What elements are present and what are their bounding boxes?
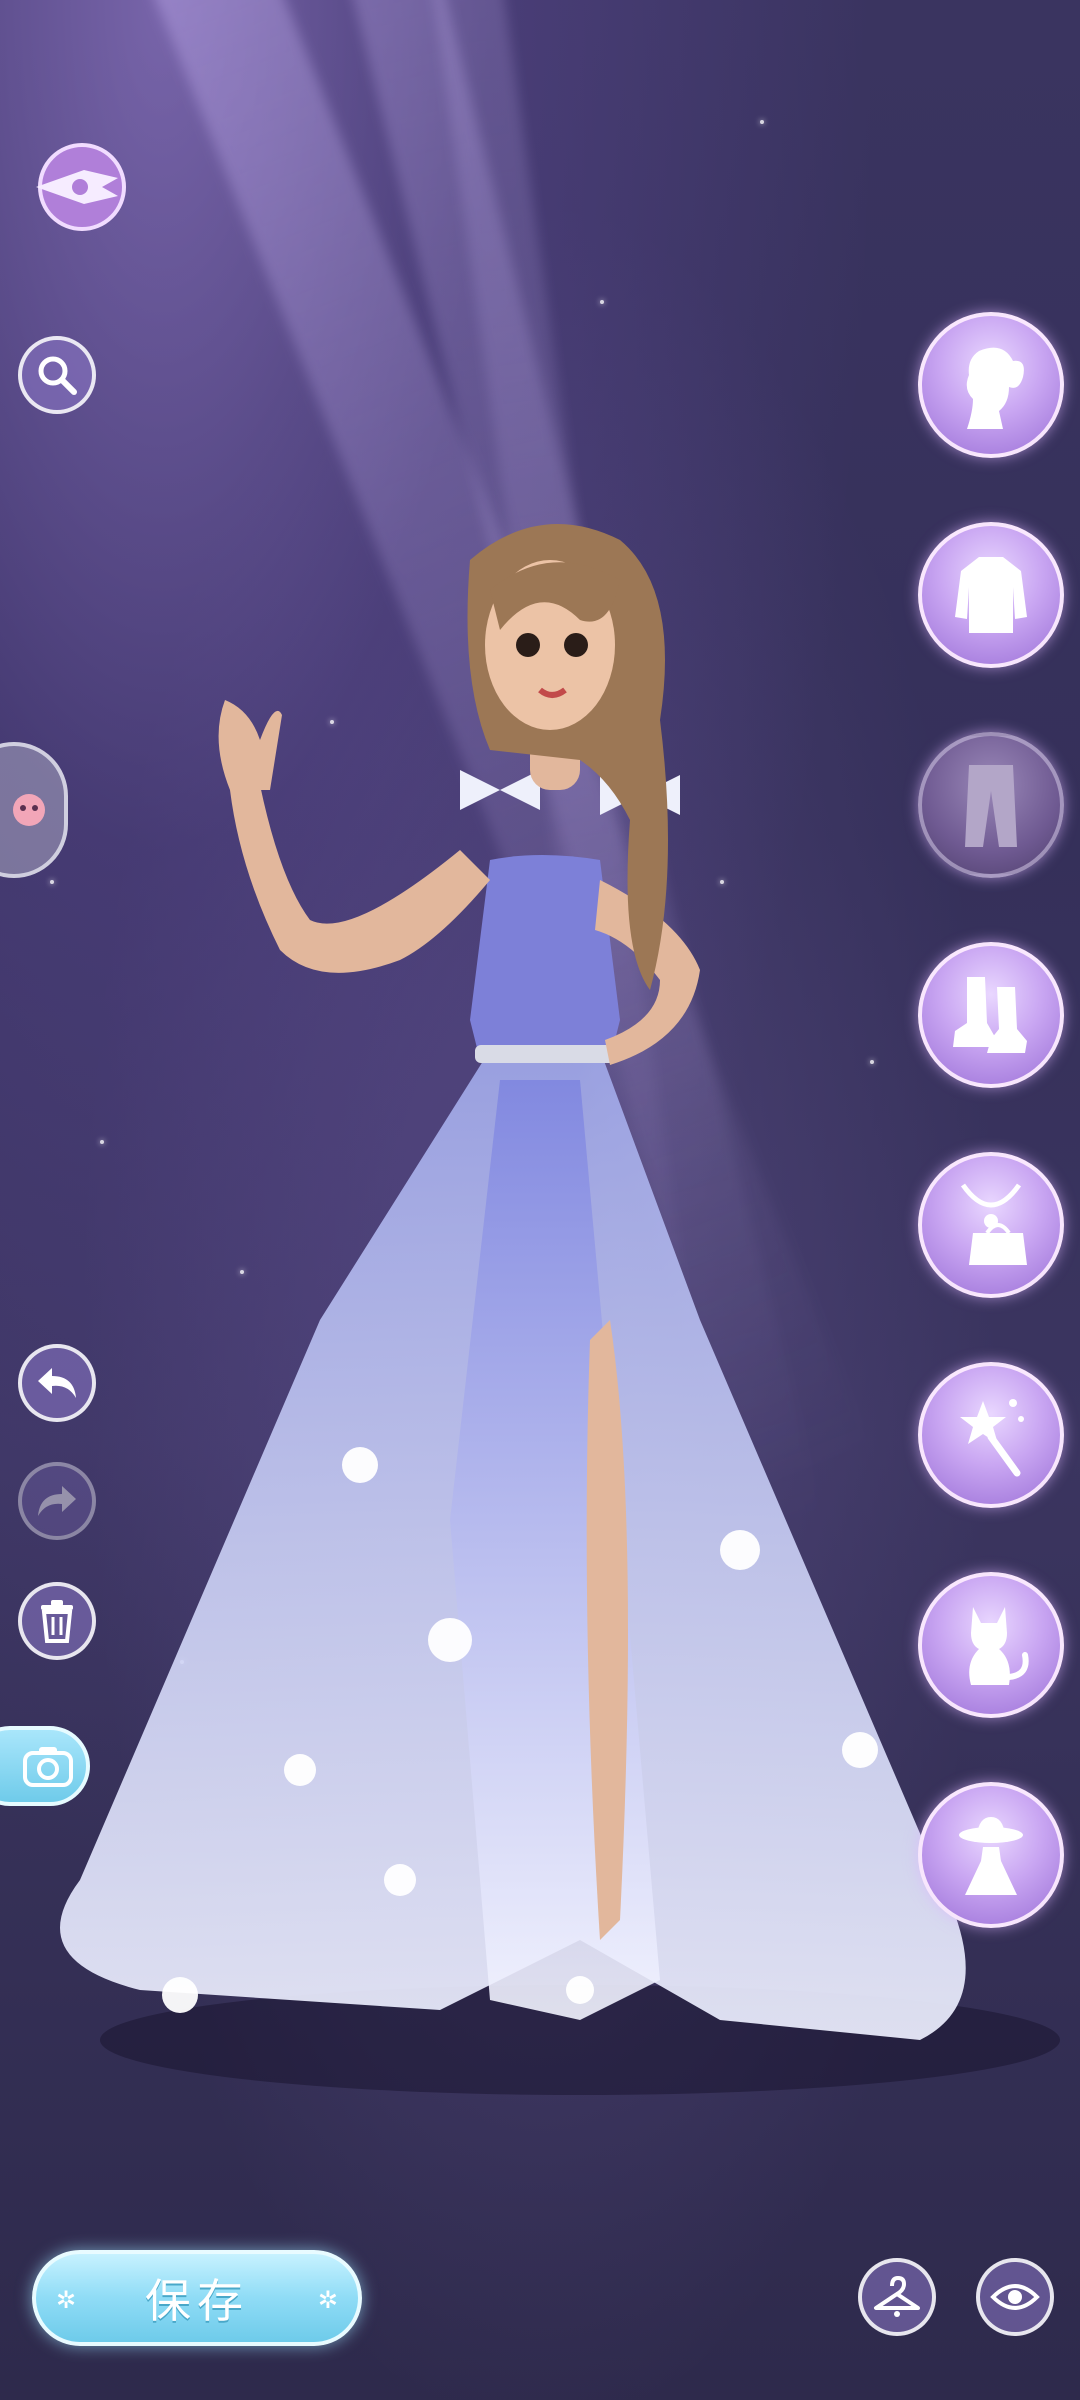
undo-icon — [38, 1368, 76, 1398]
necklace-bag-icon — [960, 1183, 1027, 1265]
category-hair[interactable] — [918, 312, 1064, 458]
search-icon — [38, 356, 77, 395]
sparkle-right-icon: ✲ — [317, 2286, 338, 2314]
category-handheld[interactable] — [918, 1362, 1064, 1508]
category-bottom[interactable] — [918, 732, 1064, 878]
preview-button[interactable] — [976, 2258, 1054, 2336]
hat-dress-icon — [959, 1817, 1023, 1895]
boots-icon — [953, 977, 1027, 1053]
search-button[interactable] — [18, 336, 96, 414]
undo-button[interactable] — [18, 1344, 96, 1422]
camera-icon — [23, 1747, 73, 1787]
avatar-character — [60, 524, 1060, 2095]
delete-button[interactable] — [18, 1582, 96, 1660]
top-clothing-icon — [955, 557, 1027, 633]
back-button[interactable] — [22, 142, 132, 232]
cat-icon — [969, 1607, 1029, 1685]
save-button[interactable]: ✲ 保存 ✲ — [32, 2250, 362, 2346]
sparkle-left-icon: ✲ — [56, 2286, 77, 2314]
category-outfit[interactable] — [918, 1782, 1064, 1928]
pants-icon — [965, 765, 1017, 847]
camera-button[interactable] — [0, 1726, 90, 1806]
back-arrow-wing-icon — [36, 143, 126, 231]
category-pet[interactable] — [918, 1572, 1064, 1718]
trash-icon — [41, 1600, 73, 1643]
wardrobe-button[interactable] — [858, 2258, 936, 2336]
redo-button[interactable] — [18, 1462, 96, 1540]
category-top[interactable] — [918, 522, 1064, 668]
save-button-label: 保存 — [145, 2274, 249, 2328]
hair-silhouette-icon — [966, 347, 1024, 429]
redo-icon — [38, 1486, 76, 1516]
category-shoes[interactable] — [918, 942, 1064, 1088]
eye-icon — [990, 2284, 1040, 2310]
magic-wand-icon — [960, 1399, 1024, 1477]
hanger-icon — [874, 2276, 920, 2317]
category-accessories[interactable] — [918, 1152, 1064, 1298]
pet-companion-icon — [13, 794, 45, 826]
